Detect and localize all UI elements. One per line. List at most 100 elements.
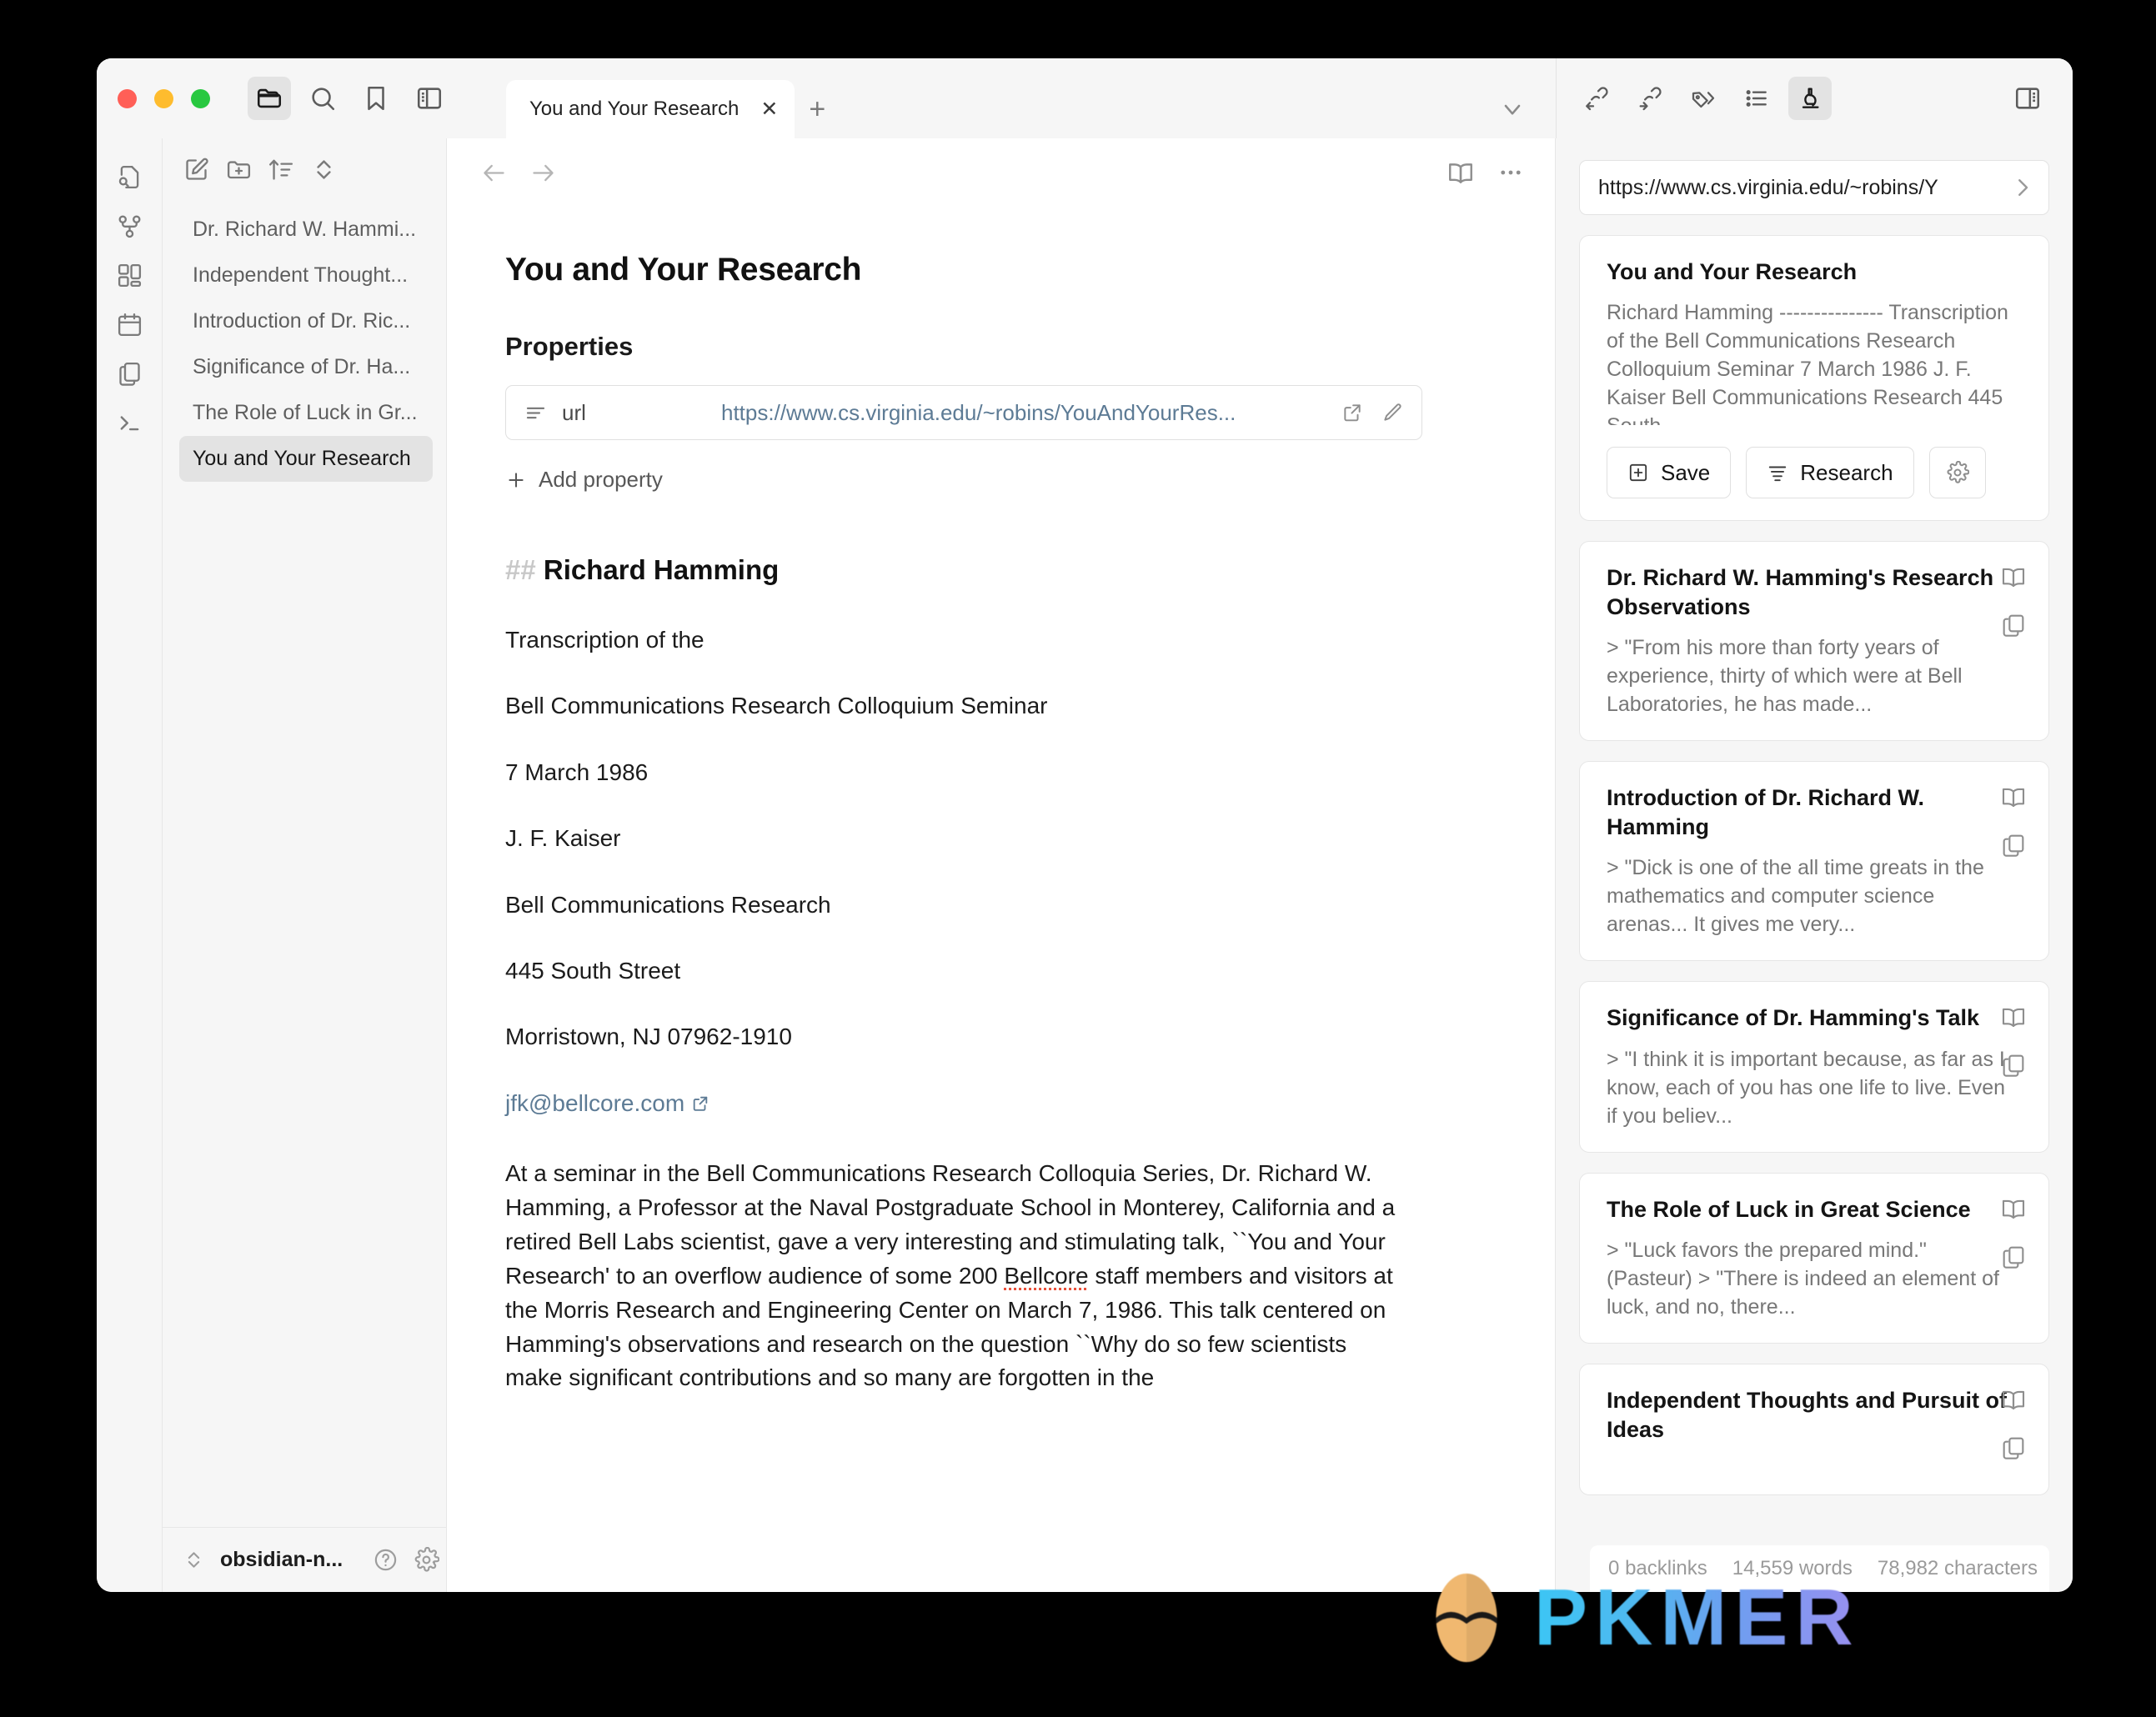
titlebar-icon-group — [248, 77, 451, 120]
editor-pane: You and Your Research Properties url htt… — [447, 138, 1556, 1592]
url-input[interactable]: https://www.cs.virginia.edu/~robins/Y — [1579, 160, 2049, 215]
research-button[interactable]: Research — [1746, 447, 1914, 499]
more-horizontal-icon[interactable] — [1497, 158, 1525, 187]
list-item[interactable]: Independent Thought... — [179, 253, 433, 298]
list-item[interactable]: Significance of Dr. Ha... — [179, 344, 433, 390]
card-settings-button[interactable] — [1928, 447, 1986, 499]
editor-header — [447, 138, 1555, 207]
card-snippet: > "From his more than forty years of exp… — [1607, 636, 1963, 717]
tabstrip-right-zone — [1491, 80, 1556, 138]
backlink-icon[interactable] — [1575, 77, 1618, 120]
terminal-icon[interactable] — [116, 409, 143, 437]
canvas-icon[interactable] — [116, 262, 143, 289]
result-card[interactable]: Significance of Dr. Hamming's Talk > "I … — [1579, 981, 2049, 1153]
help-icon[interactable] — [373, 1547, 399, 1573]
gear-icon — [1946, 461, 1969, 484]
file-search-icon[interactable] — [116, 163, 143, 191]
new-folder-icon[interactable] — [225, 156, 253, 183]
copy-icon[interactable] — [2000, 1052, 2027, 1079]
pkmer-watermark: PKMER — [1417, 1569, 1861, 1667]
add-property-button[interactable]: Add property — [505, 467, 1503, 493]
result-card[interactable]: Dr. Richard W. Hamming's Research Observ… — [1579, 541, 2049, 742]
card-snippet: > "Dick is one of the all time greats in… — [1607, 856, 1984, 937]
result-card[interactable]: The Role of Luck in Great Science > "Luc… — [1579, 1172, 2049, 1344]
close-window-button[interactable] — [118, 88, 137, 108]
maximize-window-button[interactable] — [191, 88, 210, 108]
copy-icon[interactable] — [2000, 1434, 2027, 1461]
copy-icon[interactable] — [2000, 832, 2027, 858]
gear-icon[interactable] — [414, 1547, 440, 1573]
chevron-right-icon[interactable] — [2010, 175, 2035, 200]
bookmark-icon[interactable] — [354, 77, 398, 120]
pkmer-wordmark: PKMER — [1534, 1573, 1861, 1662]
list-item-selected[interactable]: You and Your Research — [179, 436, 433, 482]
email-link[interactable]: jfk@bellcore.com — [505, 1090, 684, 1116]
property-key-label: url — [562, 399, 586, 425]
microscope-icon[interactable] — [1788, 77, 1832, 120]
tags-icon[interactable] — [1682, 77, 1725, 120]
book-open-icon[interactable] — [1447, 158, 1475, 187]
tab-you-and-your-research[interactable]: You and Your Research ✕ — [506, 80, 795, 138]
list-item[interactable]: The Role of Luck in Gr... — [179, 390, 433, 436]
card-title: Introduction of Dr. Richard W. Hamming — [1607, 785, 1924, 840]
book-open-icon[interactable] — [2000, 1386, 2027, 1413]
card-button-row: Save Research — [1607, 447, 2027, 499]
card-actions — [2000, 1004, 2027, 1079]
pencil-icon[interactable] — [1381, 402, 1403, 423]
outgoing-link-icon[interactable] — [1628, 77, 1672, 120]
book-open-icon[interactable] — [2000, 783, 2027, 810]
calendar-icon[interactable] — [116, 311, 143, 338]
result-card[interactable]: Introduction of Dr. Richard W. Hamming >… — [1579, 761, 2049, 962]
book-open-icon[interactable] — [2000, 1004, 2027, 1030]
search-icon[interactable] — [301, 77, 344, 120]
external-link-icon[interactable] — [1341, 402, 1363, 423]
property-row-url[interactable]: url https://www.cs.virginia.edu/~robins/… — [505, 385, 1422, 440]
character-count[interactable]: 78,982 characters — [1878, 1557, 2038, 1580]
heading-hash-marks: ## — [505, 554, 536, 585]
new-note-icon[interactable] — [183, 156, 210, 183]
vault-name[interactable]: obsidian-n... — [220, 1548, 343, 1572]
copy-files-icon[interactable] — [116, 360, 143, 388]
result-card[interactable]: Independent Thoughts and Pursuit of Idea… — [1579, 1363, 2049, 1495]
collapse-icon[interactable] — [310, 156, 338, 183]
markdown-body: ## Richard Hamming Transcription of the … — [505, 554, 1503, 1395]
folder-icon[interactable] — [248, 77, 291, 120]
page-title: You and Your Research — [505, 252, 862, 288]
external-link-icon[interactable] — [691, 1090, 709, 1116]
vault-switcher-icon[interactable] — [183, 1549, 205, 1571]
copy-icon[interactable] — [2000, 612, 2027, 638]
close-icon[interactable]: ✕ — [760, 98, 778, 120]
book-open-icon[interactable] — [2000, 1195, 2027, 1222]
arrow-left-icon[interactable] — [480, 159, 508, 187]
card-actions — [2000, 1386, 2027, 1461]
property-actions — [1341, 402, 1403, 423]
property-value[interactable]: https://www.cs.virginia.edu/~robins/YouA… — [721, 400, 1326, 426]
panel-left-icon[interactable] — [408, 77, 451, 120]
window-body: Dr. Richard W. Hammi... Independent Thou… — [97, 138, 2073, 1592]
desktop-background: You and Your Research ✕ + Dr. Richard W.… — [0, 0, 2156, 1717]
chevron-down-icon[interactable] — [1491, 88, 1534, 131]
card-title: Independent Thoughts and Pursuit of Idea… — [1607, 1387, 2007, 1442]
card-snippet: Richard Hamming --------------- Transcri… — [1607, 301, 2008, 425]
vault-bar: obsidian-n... — [163, 1527, 446, 1592]
card-list: You and Your Research Richard Hamming --… — [1556, 215, 2073, 1495]
list-item[interactable]: Dr. Richard W. Hammi... — [179, 207, 433, 253]
panel-right-icon[interactable] — [2006, 77, 2049, 120]
pkmer-logo-icon — [1417, 1569, 1516, 1667]
markdown-line: Transcription of the — [505, 627, 704, 653]
new-tab-button[interactable]: + — [795, 80, 840, 138]
card-snippet: > "I think it is important because, as f… — [1607, 1047, 2006, 1128]
list-item[interactable]: Introduction of Dr. Ric... — [179, 298, 433, 344]
copy-icon[interactable] — [2000, 1244, 2027, 1270]
primary-note-card[interactable]: You and Your Research Richard Hamming --… — [1579, 235, 2049, 522]
card-actions — [2000, 563, 2027, 638]
graph-view-icon[interactable] — [116, 213, 143, 240]
minimize-window-button[interactable] — [154, 88, 173, 108]
sort-icon[interactable] — [268, 156, 295, 183]
arrow-right-icon[interactable] — [529, 159, 557, 187]
outline-icon[interactable] — [1735, 77, 1778, 120]
book-open-icon[interactable] — [2000, 563, 2027, 590]
save-button[interactable]: Save — [1607, 447, 1732, 499]
tab-label: You and Your Research — [529, 98, 740, 120]
editor-content[interactable]: You and Your Research Properties url htt… — [447, 207, 1555, 1592]
